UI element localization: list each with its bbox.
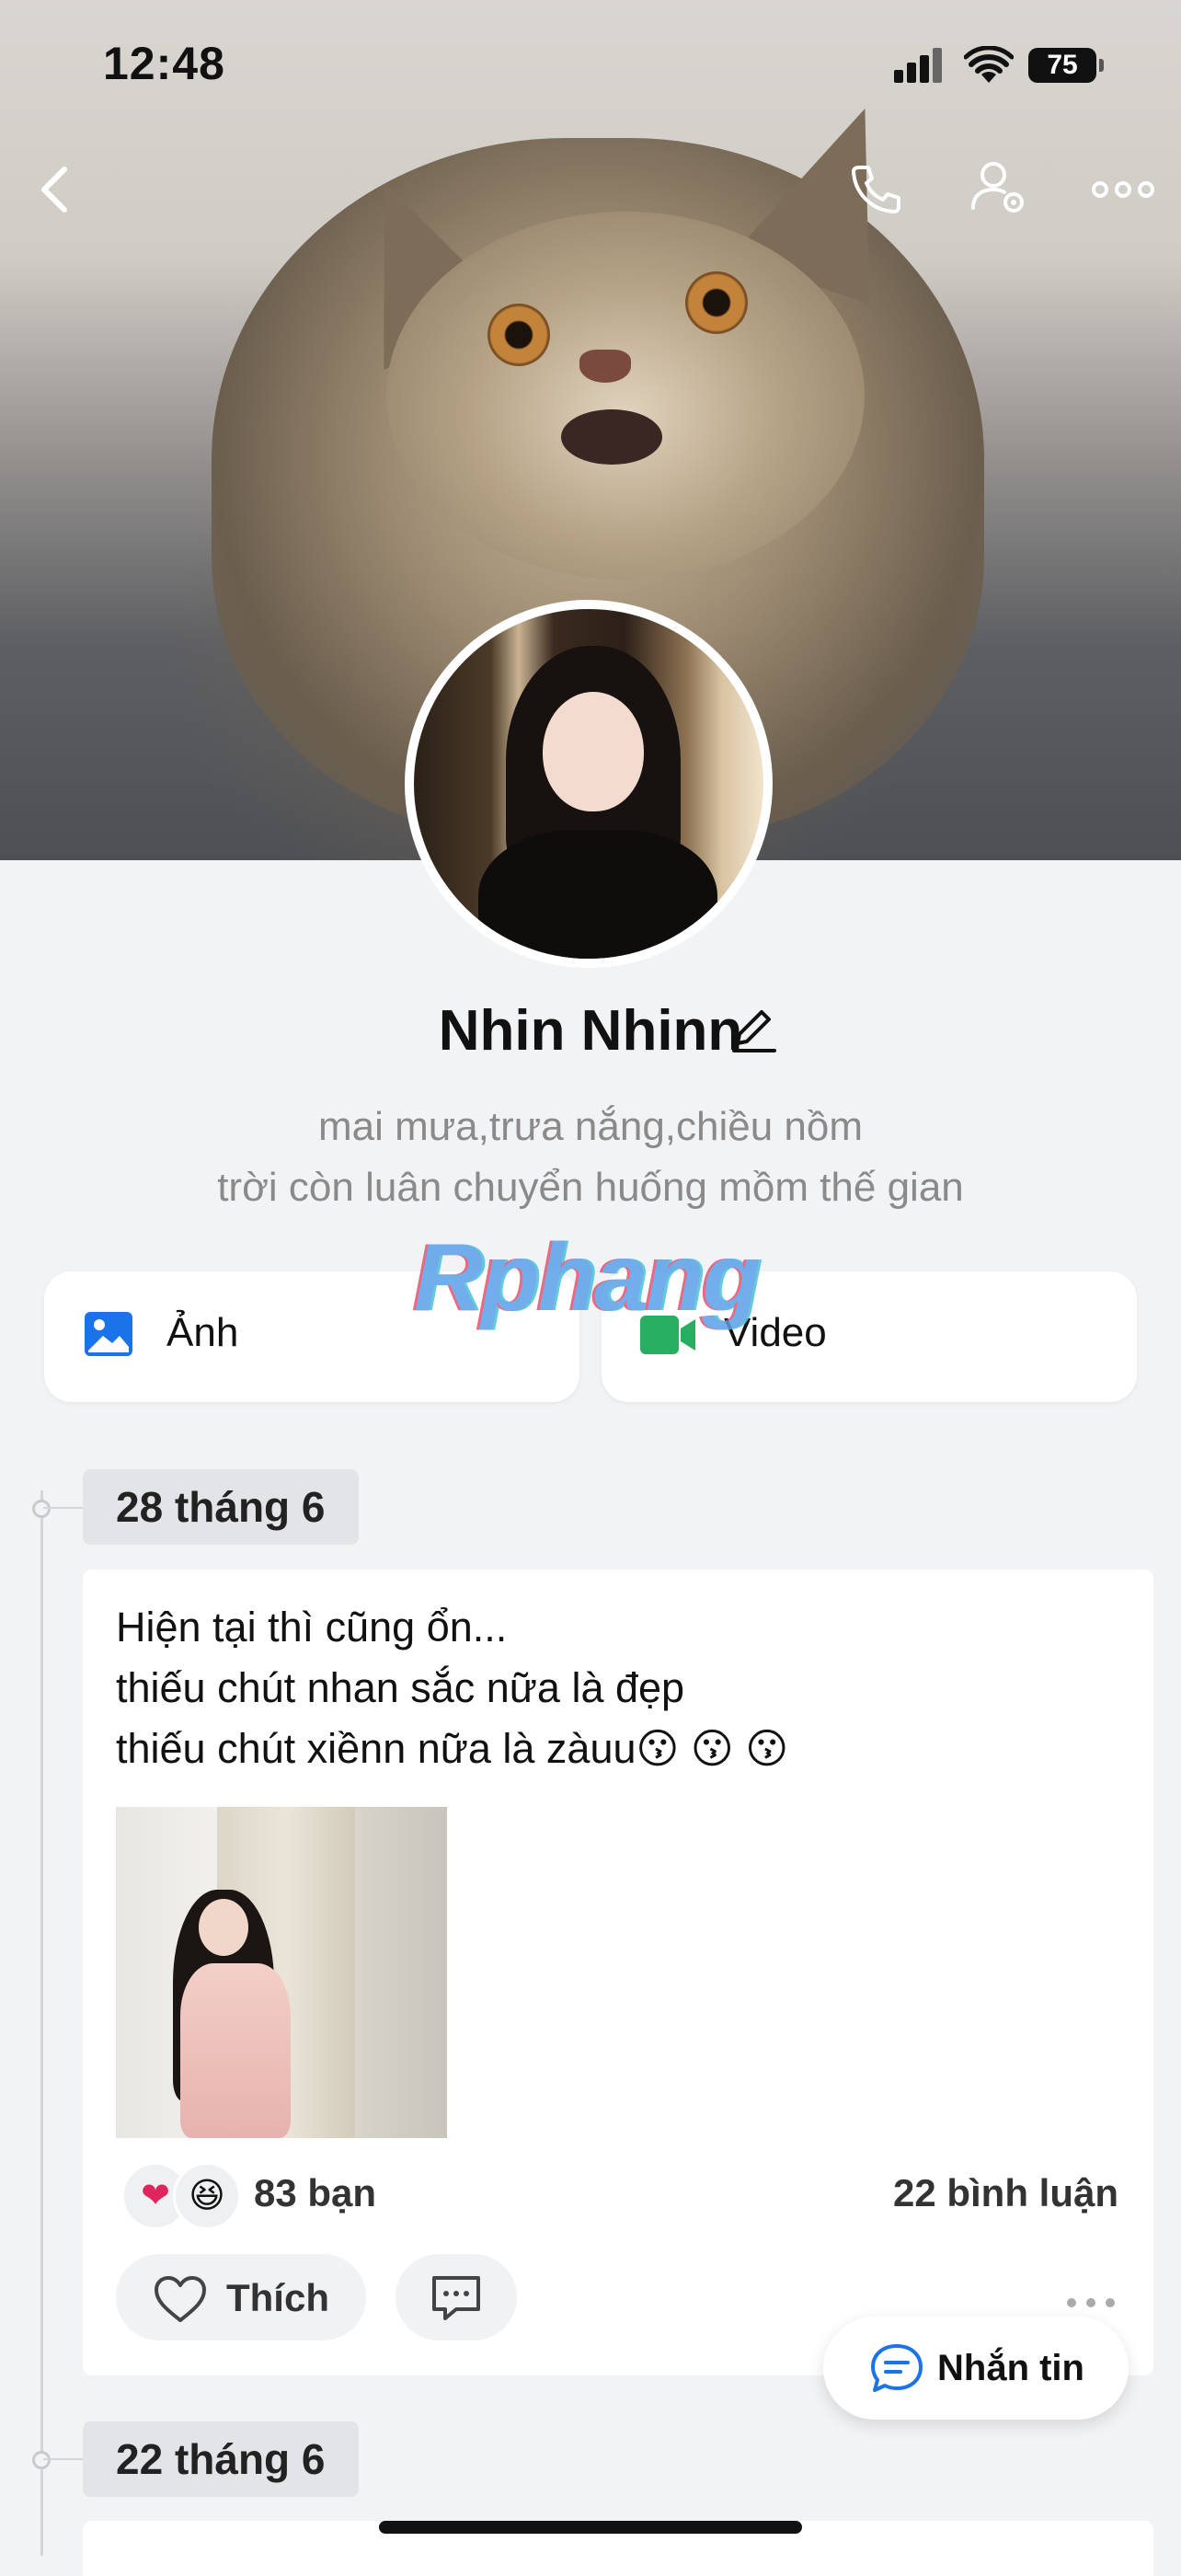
heart-outline-icon — [155, 2276, 206, 2322]
battery-indicator: 75 — [1028, 48, 1104, 83]
wifi-icon — [963, 45, 1015, 89]
post-card[interactable]: Hiện tại thì cũng ổn... thiếu chút nhan … — [83, 1570, 1153, 2375]
comment-button[interactable] — [396, 2254, 517, 2340]
post-photo[interactable] — [116, 1807, 447, 2138]
chevron-left-icon — [41, 167, 67, 213]
phone-icon — [852, 166, 900, 213]
avatar-face — [543, 692, 644, 811]
cellular-signal-icon — [894, 48, 944, 83]
edit-name-button[interactable] — [727, 1003, 782, 1063]
cat-face — [386, 212, 865, 580]
avatar-clothing — [478, 830, 717, 959]
timeline-connector — [43, 1507, 84, 1509]
date-chip: 22 tháng 6 — [83, 2421, 359, 2497]
more-horizontal-icon — [1067, 2298, 1115, 2307]
more-options-button[interactable] — [1091, 160, 1155, 219]
cat-eye-left — [487, 304, 550, 366]
image-icon — [85, 1312, 132, 1356]
home-indicator[interactable] — [379, 2521, 802, 2534]
bio-line-2: trời còn luân chuyển huống mồm thế gian — [217, 1165, 964, 1210]
post-line: Hiện tại thì cũng ổn... — [116, 1604, 508, 1650]
timeline-connector — [43, 2458, 84, 2460]
profile-settings-button[interactable] — [968, 156, 1026, 215]
timeline-dot — [32, 2451, 51, 2469]
avatar-photo — [414, 609, 763, 959]
cat-nose — [579, 350, 631, 383]
chat-bubble-icon — [871, 2344, 923, 2392]
post-line: thiếu chút xiềnn nữa là zàuu😗 😗 😗 — [116, 1725, 789, 1772]
date-chip: 28 tháng 6 — [83, 1469, 359, 1545]
user-settings-icon — [971, 162, 1024, 213]
comment-count[interactable]: 22 bình luận — [893, 2171, 1118, 2215]
message-button[interactable]: Nhắn tin — [823, 2317, 1129, 2420]
bio-line-1: mai mưa,trưa nắng,chiều nồm — [317, 1104, 864, 1149]
status-time: 12:48 — [103, 38, 225, 89]
photo-dress — [180, 1963, 291, 2138]
cat-mouth — [561, 409, 662, 465]
timeline-line — [40, 1490, 43, 2556]
post-line: thiếu chút nhan sắc nữa là đẹp — [116, 1664, 685, 1711]
post-text: Hiện tại thì cũng ổn... thiếu chút nhan … — [116, 1597, 788, 1779]
message-label: Nhắn tin — [937, 2348, 1084, 2388]
more-horizontal-icon — [1092, 181, 1154, 198]
photo-face — [199, 1899, 248, 1956]
call-button[interactable] — [846, 160, 905, 219]
like-button[interactable]: Thích — [116, 2254, 366, 2340]
comment-icon — [432, 2276, 480, 2320]
laughing-emoji-icon: 😆 — [173, 2162, 241, 2230]
post-more-button[interactable] — [1065, 2296, 1117, 2314]
pencil-icon — [732, 1010, 776, 1052]
watermark-logo: Rphang — [414, 1225, 761, 1331]
reaction-count: 83 bạn — [254, 2171, 377, 2214]
back-button[interactable] — [28, 160, 86, 219]
cat-eye-right — [685, 271, 748, 334]
profile-avatar[interactable] — [405, 600, 773, 968]
photos-label: Ảnh — [166, 1310, 239, 1355]
like-label: Thích — [226, 2276, 329, 2319]
profile-name: Nhin Nhinn — [438, 999, 743, 1063]
timeline-dot — [32, 1500, 51, 1518]
